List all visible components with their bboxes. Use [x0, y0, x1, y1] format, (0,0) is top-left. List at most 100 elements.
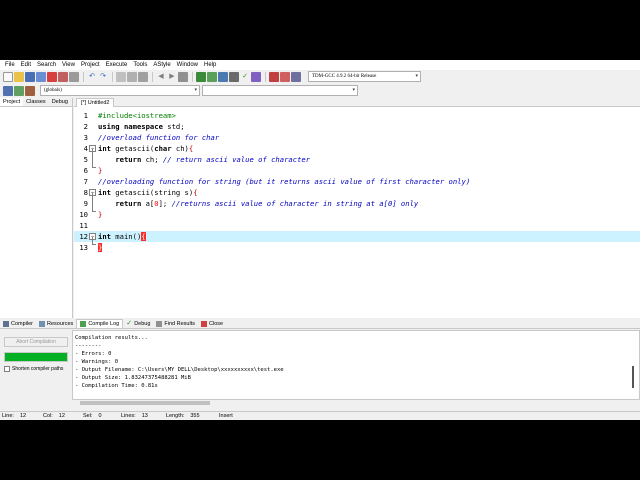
options-icon[interactable] [291, 72, 301, 82]
log-horizontal-scrollbar[interactable] [72, 400, 632, 406]
line-number: 11 [79, 221, 88, 230]
code-line[interactable]: 12−int main(){ [74, 231, 640, 242]
tab-resources[interactable]: Resources [36, 319, 76, 328]
print-icon[interactable] [69, 72, 79, 82]
forward-icon[interactable]: ▶ [167, 72, 177, 82]
menu-edit[interactable]: Edit [18, 60, 34, 70]
code-line[interactable]: 5 return ch; // return ascii value of ch… [74, 154, 640, 165]
debug-icon[interactable] [251, 72, 261, 82]
code-token: //overloading function for string (but i… [98, 177, 471, 186]
profile-icon[interactable] [280, 72, 290, 82]
fold-line [92, 149, 93, 167]
tab-compile-log[interactable]: Compile Log [76, 319, 124, 328]
status-col: Col: 12 [43, 412, 65, 420]
code-line[interactable]: 6} [74, 165, 640, 176]
code-line[interactable]: 8−int getascii(string s){ [74, 187, 640, 198]
redo-icon[interactable]: ↷ [98, 72, 108, 82]
code-token: getascii( [110, 144, 155, 153]
open-file-icon[interactable] [14, 72, 24, 82]
bottom-panel-tabs: Compiler Resources Compile Log ✓ Debug Fi… [0, 319, 640, 329]
check-icon[interactable]: ✓ [240, 72, 250, 82]
chart-icon [80, 321, 87, 327]
rebuild-icon[interactable] [229, 72, 239, 82]
fold-line [92, 237, 93, 244]
tab-classes[interactable]: Classes [23, 98, 49, 106]
back-icon[interactable]: ◀ [156, 72, 166, 82]
code-line[interactable]: 7 //overloading function for string (but … [74, 176, 640, 187]
code-line[interactable]: 2 using namespace std; [74, 121, 640, 132]
tab-close[interactable]: Close [198, 319, 226, 328]
code-token: int [98, 144, 111, 153]
class-toolbar: (globals) ▾ ▾ [0, 84, 640, 98]
status-lines: Lines: 13 [121, 412, 148, 420]
code-line[interactable]: 13} [74, 242, 640, 253]
code-token: ch) [171, 144, 189, 153]
code-editor[interactable]: 1 #include<iostream> 2 using namespace std;… [74, 107, 640, 318]
code-token: { [188, 144, 194, 153]
run-icon[interactable] [207, 72, 217, 82]
tab-resources-label: Resources [47, 320, 74, 327]
toggle-bookmark-icon[interactable] [14, 86, 24, 96]
compile-run-icon[interactable] [218, 72, 228, 82]
close-file-icon[interactable] [47, 72, 57, 82]
fold-end [92, 211, 96, 212]
code-line[interactable]: 10} [74, 209, 640, 220]
tab-compiler[interactable]: Compiler [0, 319, 36, 328]
compile-log-output[interactable]: Compilation results... -------- - Errors… [72, 330, 640, 400]
chart-icon[interactable] [269, 72, 279, 82]
scope-select-value: (globals) [44, 88, 62, 93]
save-all-icon[interactable] [36, 72, 46, 82]
save-icon[interactable] [25, 72, 35, 82]
compiler-select-value: TDM-GCC 4.9.2 64-bit Release [312, 74, 377, 79]
code-token: // return ascii value of character [162, 155, 311, 164]
goto-icon[interactable] [138, 72, 148, 82]
code-text: int main(){ [98, 231, 146, 242]
menu-view[interactable]: View [59, 60, 78, 70]
fold-end [92, 244, 96, 245]
undo-icon[interactable]: ↶ [87, 72, 97, 82]
status-length-label: Length: [166, 413, 185, 419]
tab-project[interactable]: Project [0, 98, 24, 106]
member-select[interactable]: ▾ [202, 85, 358, 96]
tab-find-results[interactable]: Find Results [153, 319, 198, 328]
menu-astyle[interactable]: AStyle [150, 60, 173, 70]
menu-file[interactable]: File [2, 60, 18, 70]
code-token: int [98, 232, 111, 241]
code-line[interactable]: 1 #include<iostream> [74, 110, 640, 121]
code-line[interactable]: 9 return a[0]; //returns ascii value of … [74, 198, 640, 209]
new-file-icon[interactable] [3, 72, 13, 82]
menu-search[interactable]: Search [34, 60, 59, 70]
tab-debug[interactable]: Debug [49, 98, 71, 106]
menu-execute[interactable]: Execute [103, 60, 131, 70]
code-line[interactable]: 4−int getascii(char ch){ [74, 143, 640, 154]
tab-untitled2[interactable]: [*] Untitled2 [76, 98, 115, 107]
shorten-paths-option[interactable]: Shorten compiler paths [4, 366, 63, 372]
find-icon[interactable] [116, 72, 126, 82]
menu-project[interactable]: Project [78, 60, 103, 70]
log-scrollbar-thumb[interactable] [632, 366, 634, 388]
menu-help[interactable]: Help [201, 60, 219, 70]
scope-select[interactable]: (globals) ▾ [40, 85, 200, 96]
abort-compilation-button[interactable]: Abort Compilation [4, 337, 68, 347]
check-icon: ✓ [126, 319, 133, 327]
shorten-paths-label: Shorten compiler paths [12, 366, 64, 372]
shorten-paths-checkbox[interactable] [4, 366, 10, 372]
code-line[interactable]: 11 [74, 220, 640, 231]
insert-icon[interactable] [3, 86, 13, 96]
tab-close-label: Close [209, 320, 224, 327]
goto-bookmark-icon[interactable] [25, 86, 35, 96]
bookmark-icon[interactable] [178, 72, 188, 82]
close-all-icon[interactable] [58, 72, 68, 82]
replace-icon[interactable] [127, 72, 137, 82]
menu-window[interactable]: Window [174, 60, 201, 70]
left-panel-tabs: Project Classes Debug [0, 98, 72, 107]
tab-debug-bottom[interactable]: ✓ Debug [123, 319, 153, 328]
code-line[interactable]: 3 //overload function for char [74, 132, 640, 143]
menu-tools[interactable]: Tools [130, 60, 150, 70]
compile-icon[interactable] [196, 72, 206, 82]
line-number: 6 [83, 166, 88, 175]
compiler-select[interactable]: TDM-GCC 4.9.2 64-bit Release ▾ [308, 71, 421, 82]
code-token: //returns ascii value of character in st… [171, 199, 419, 208]
log-horizontal-thumb[interactable] [80, 401, 210, 405]
code-token: #include<iostream> [98, 111, 176, 120]
